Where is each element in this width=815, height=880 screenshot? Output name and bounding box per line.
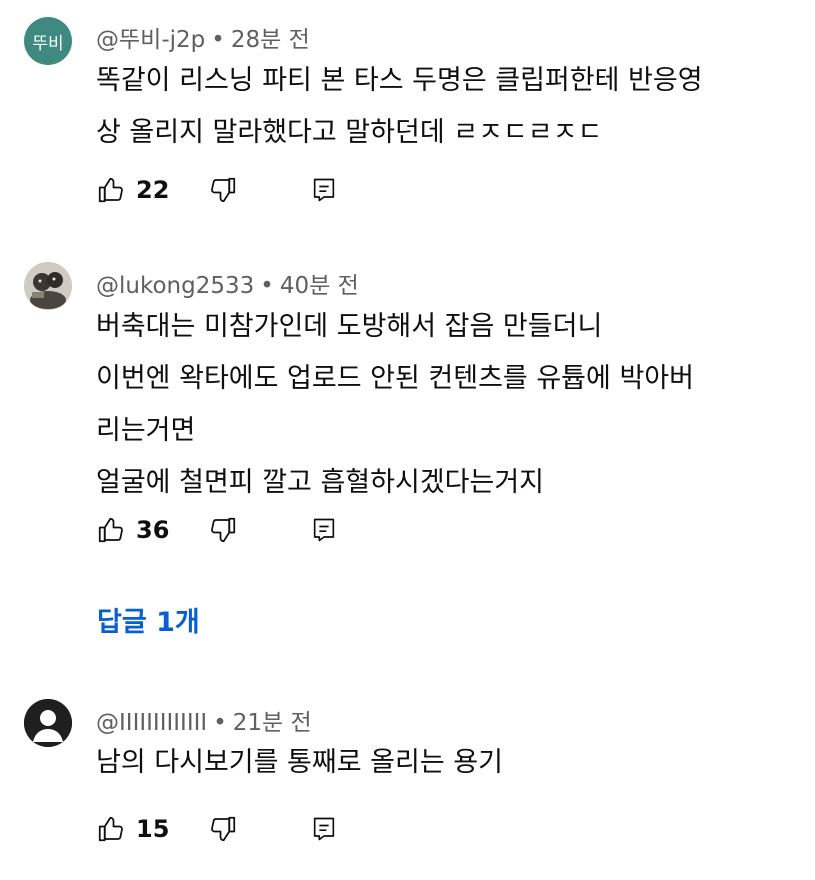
comment-text: 남의 다시보기를 통째로 올리는 용기 [96, 737, 786, 789]
author-name[interactable]: @lukong2533 [96, 273, 254, 299]
avatar-image [24, 262, 72, 310]
dislike-button[interactable] [208, 172, 238, 208]
thumb-down-icon [211, 517, 236, 543]
comment-line: 상 올리지 말라했다고 말하던데 ㄹㅈㄷㄹㅈㄷ [96, 117, 603, 148]
comment-line: 얼굴에 철면피 깔고 흡혈하시겠다는거지 [96, 467, 545, 498]
comment-line: 남의 다시보기를 통째로 올리는 용기 [96, 747, 503, 778]
comment-line: 이번엔 왁타에도 업로드 안된 컨텐츠를 유튭에 박아버 [96, 363, 694, 394]
separator-dot: • [211, 27, 225, 53]
comment-text: 버축대는 미참가인데 도방해서 잡음 만들더니 이번엔 왁타에도 업로드 안된 … [96, 301, 786, 509]
like-count: 22 [136, 176, 170, 204]
comment-line: 리는거면 [96, 415, 196, 446]
thumb-down-icon [211, 177, 236, 203]
like-button[interactable]: 22 [96, 172, 169, 208]
thumb-down-icon [211, 816, 236, 842]
avatar[interactable] [24, 262, 72, 310]
reply-icon [313, 178, 335, 202]
comment-line: 똑같이 리스닝 파티 본 타스 두명은 클립퍼한테 반응영 [96, 65, 703, 96]
comment-header: @뚜비-j2p • 28분 전 [96, 20, 310, 54]
reply-icon [313, 817, 335, 841]
author-name[interactable]: @뚜비-j2p [96, 27, 205, 53]
dislike-button[interactable] [208, 811, 238, 847]
timestamp[interactable]: 40분 전 [280, 273, 359, 299]
view-replies-link[interactable]: 답글 1개 [97, 600, 200, 639]
thumb-up-icon [98, 177, 123, 203]
thumb-up-icon [98, 517, 123, 543]
like-count: 15 [136, 815, 170, 843]
comment-line: 버축대는 미참가인데 도방해서 잡음 만들더니 [96, 311, 603, 342]
default-avatar-icon [24, 699, 72, 747]
timestamp[interactable]: 21분 전 [233, 710, 312, 736]
like-button[interactable]: 15 [96, 811, 169, 847]
reply-icon [313, 518, 335, 542]
reply-button[interactable] [310, 172, 338, 208]
comment-text: 똑같이 리스닝 파티 본 타스 두명은 클립퍼한테 반응영 상 올리지 말라했다… [96, 55, 786, 159]
comment-header: @lukong2533 • 40분 전 [96, 266, 359, 300]
avatar[interactable]: 뚜비 [24, 17, 72, 65]
thumb-up-icon [98, 816, 123, 842]
dislike-button[interactable] [208, 512, 238, 548]
avatar[interactable] [24, 699, 72, 747]
separator-dot: • [213, 710, 227, 736]
like-button[interactable]: 36 [96, 512, 169, 548]
like-count: 36 [136, 516, 170, 544]
separator-dot: • [260, 273, 274, 299]
reply-button[interactable] [310, 811, 338, 847]
author-name[interactable]: @IIIIIIIIIIIII [96, 710, 207, 736]
reply-button[interactable] [310, 512, 338, 548]
timestamp[interactable]: 28분 전 [231, 27, 310, 53]
comment-header: @IIIIIIIIIIIII • 21분 전 [96, 703, 312, 737]
